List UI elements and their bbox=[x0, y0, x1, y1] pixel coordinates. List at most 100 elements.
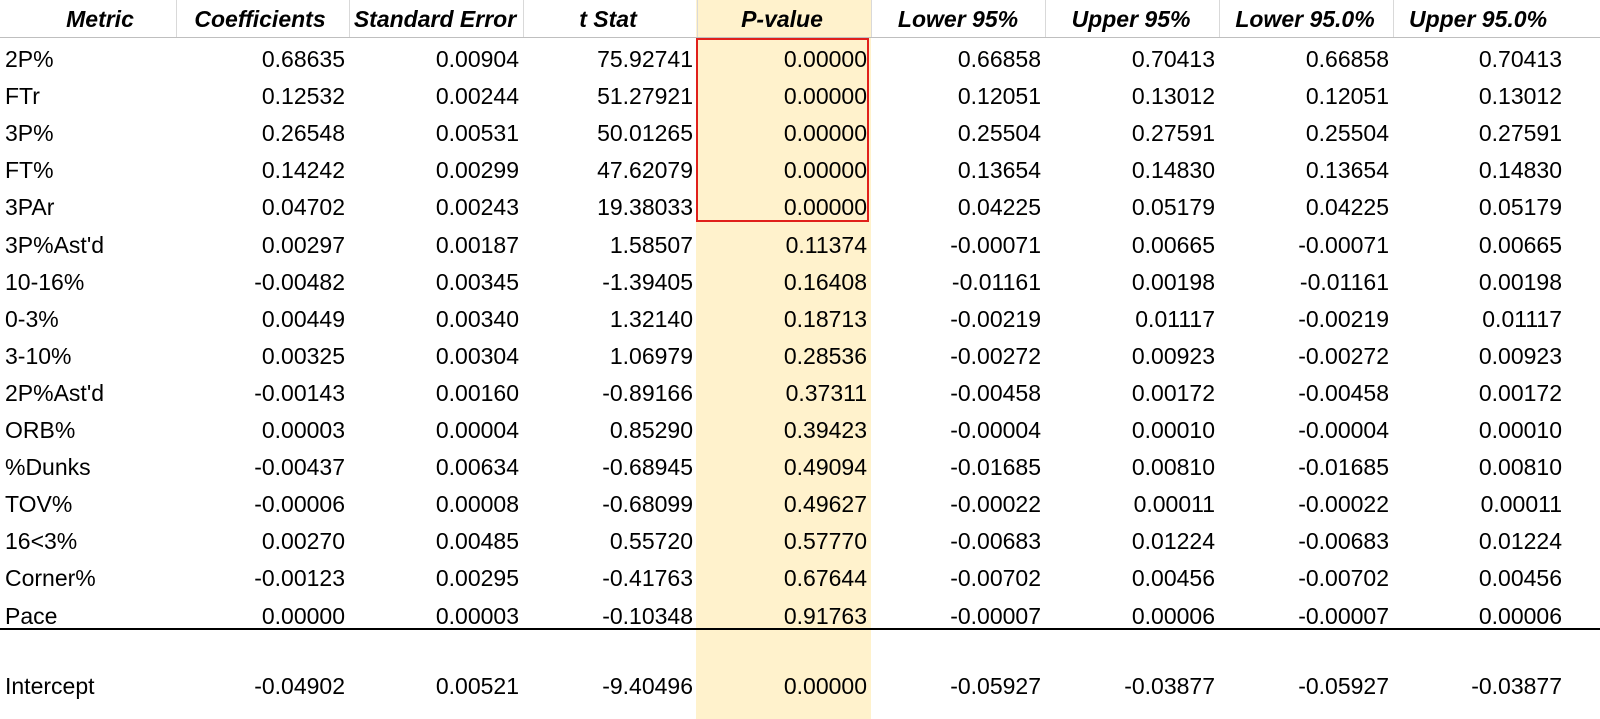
cell-lower-95: -0.00683 bbox=[950, 528, 1041, 554]
header-gridline bbox=[349, 0, 350, 38]
cell-p-value: 0.28536 bbox=[783, 343, 867, 369]
cell-lower-95: -0.00702 bbox=[950, 565, 1041, 591]
cell-standard-error: 0.00634 bbox=[435, 454, 519, 480]
cell-upper-95: 0.05179 bbox=[1131, 194, 1215, 220]
header-lower-95-0: Lower 95.0% bbox=[1235, 6, 1375, 32]
cell-coefficients: -0.00437 bbox=[254, 454, 345, 480]
table-row: 0-3% 0.00449 0.00340 1.32140 0.18713 -0.00219… bbox=[0, 301, 1600, 338]
cell-lower-95: -0.01685 bbox=[950, 454, 1041, 480]
cell-upper-95: 0.01224 bbox=[1131, 528, 1215, 554]
table-row: ORB% 0.00003 0.00004 0.85290 0.39423 -0.00004… bbox=[0, 412, 1600, 449]
cell-upper-95-0: 0.00665 bbox=[1478, 232, 1562, 258]
cell-lower-95: 0.25504 bbox=[957, 120, 1041, 146]
cell-metric: 0-3% bbox=[5, 306, 59, 332]
cell-metric: %Dunks bbox=[5, 454, 91, 480]
cell-upper-95-0: 0.14830 bbox=[1478, 157, 1562, 183]
header-p-value: P-value bbox=[741, 6, 823, 32]
cell-lower-95-0: -0.01161 bbox=[1299, 269, 1389, 295]
cell-upper-95-0: 0.00010 bbox=[1478, 417, 1562, 443]
cell-lower-95: -0.00458 bbox=[950, 380, 1041, 406]
cell-standard-error: 0.00008 bbox=[435, 491, 519, 517]
cell-coefficients: 0.00325 bbox=[261, 343, 345, 369]
table-row: 2P%Ast'd -0.00143 0.00160 -0.89166 0.37311 -0… bbox=[0, 375, 1600, 412]
cell-upper-95-0: 0.00198 bbox=[1478, 269, 1562, 295]
cell-coefficients: 0.00297 bbox=[261, 232, 345, 258]
header-upper-95-0: Upper 95.0% bbox=[1408, 6, 1548, 32]
cell-upper-95: 0.00010 bbox=[1131, 417, 1215, 443]
header-lower-95: Lower 95% bbox=[897, 6, 1019, 32]
cell-upper-95: 0.00456 bbox=[1131, 565, 1215, 591]
cell-t-stat: -1.39405 bbox=[602, 269, 693, 295]
cell-t-stat: 50.01265 bbox=[597, 120, 693, 146]
cell-metric: FTr bbox=[5, 83, 40, 109]
cell-standard-error: 0.00304 bbox=[435, 343, 519, 369]
cell-coefficients: 0.00449 bbox=[261, 306, 345, 332]
cell-lower-95: 0.04225 bbox=[957, 194, 1041, 220]
cell-coefficients: -0.04902 bbox=[254, 673, 345, 699]
cell-p-value: 0.39423 bbox=[783, 417, 867, 443]
cell-metric: 2P%Ast'd bbox=[5, 380, 104, 406]
cell-coefficients: -0.00006 bbox=[254, 491, 345, 517]
header-gridline bbox=[1219, 0, 1220, 38]
cell-lower-95-0: -0.05927 bbox=[1298, 673, 1389, 699]
cell-metric: 2P% bbox=[5, 46, 54, 72]
cell-upper-95: 0.13012 bbox=[1131, 83, 1215, 109]
cell-t-stat: 0.55720 bbox=[609, 528, 693, 554]
cell-standard-error: 0.00485 bbox=[435, 528, 519, 554]
cell-upper-95-0: 0.01117 bbox=[1482, 306, 1562, 332]
cell-lower-95-0: -0.00272 bbox=[1298, 343, 1389, 369]
cell-t-stat: 1.32140 bbox=[609, 306, 693, 332]
cell-lower-95-0: 0.04225 bbox=[1305, 194, 1389, 220]
header-gridline bbox=[523, 0, 524, 38]
table-row: %Dunks -0.00437 0.00634 -0.68945 0.49094 -0.0… bbox=[0, 449, 1600, 486]
table-row-intercept: Intercept -0.04902 0.00521 -9.40496 0.00000 -… bbox=[0, 668, 1600, 705]
cell-metric: TOV% bbox=[5, 491, 73, 517]
cell-upper-95-0: 0.05179 bbox=[1478, 194, 1562, 220]
cell-metric: ORB% bbox=[5, 417, 76, 443]
cell-t-stat: 1.06979 bbox=[609, 343, 693, 369]
cell-standard-error: 0.00187 bbox=[435, 232, 519, 258]
cell-standard-error: 0.00531 bbox=[435, 120, 519, 146]
header-gridline bbox=[1393, 0, 1394, 38]
cell-metric: 3P%Ast'd bbox=[5, 232, 104, 258]
cell-upper-95-0: 0.13012 bbox=[1478, 83, 1562, 109]
cell-p-value: 0.00000 bbox=[783, 673, 867, 699]
cell-upper-95: 0.00172 bbox=[1131, 380, 1215, 406]
cell-upper-95: 0.14830 bbox=[1131, 157, 1215, 183]
cell-lower-95-0: -0.01685 bbox=[1298, 454, 1389, 480]
cell-lower-95: -0.05927 bbox=[950, 673, 1041, 699]
cell-lower-95: 0.13654 bbox=[957, 157, 1041, 183]
cell-p-value: 0.57770 bbox=[783, 528, 867, 554]
cell-t-stat: -0.41763 bbox=[602, 565, 693, 591]
cell-t-stat: 47.62079 bbox=[597, 157, 693, 183]
cell-p-value: 0.37311 bbox=[785, 380, 867, 406]
table-row: 16<3% 0.00270 0.00485 0.55720 0.57770 -0.0068… bbox=[0, 523, 1600, 560]
cell-standard-error: 0.00299 bbox=[435, 157, 519, 183]
header-metric: Metric bbox=[66, 6, 134, 32]
cell-upper-95: 0.00011 bbox=[1133, 491, 1215, 517]
cell-standard-error: 0.00244 bbox=[435, 83, 519, 109]
cell-lower-95-0: -0.00219 bbox=[1298, 306, 1389, 332]
cell-coefficients: -0.00123 bbox=[254, 565, 345, 591]
cell-t-stat: -0.68945 bbox=[602, 454, 693, 480]
cell-upper-95: 0.27591 bbox=[1131, 120, 1215, 146]
cell-lower-95: -0.00004 bbox=[950, 417, 1041, 443]
cell-coefficients: 0.68635 bbox=[261, 46, 345, 72]
cell-lower-95-0: -0.00702 bbox=[1298, 565, 1389, 591]
cell-lower-95: -0.00219 bbox=[950, 306, 1041, 332]
cell-coefficients: 0.00003 bbox=[261, 417, 345, 443]
cell-upper-95-0: 0.00011 bbox=[1480, 491, 1562, 517]
cell-standard-error: 0.00521 bbox=[435, 673, 519, 699]
cell-p-value: 0.11374 bbox=[785, 232, 867, 258]
cell-lower-95-0: -0.00004 bbox=[1298, 417, 1389, 443]
cell-coefficients: 0.04702 bbox=[261, 194, 345, 220]
cell-lower-95: -0.00272 bbox=[950, 343, 1041, 369]
cell-standard-error: 0.00295 bbox=[435, 565, 519, 591]
cell-coefficients: -0.00482 bbox=[254, 269, 345, 295]
cell-upper-95: -0.03877 bbox=[1124, 673, 1215, 699]
cell-standard-error: 0.00340 bbox=[435, 306, 519, 332]
table-row: TOV% -0.00006 0.00008 -0.68099 0.49627 -0.000… bbox=[0, 486, 1600, 523]
header-upper-95: Upper 95% bbox=[1071, 6, 1191, 32]
cell-upper-95: 0.70413 bbox=[1131, 46, 1215, 72]
cell-coefficients: 0.12532 bbox=[261, 83, 345, 109]
